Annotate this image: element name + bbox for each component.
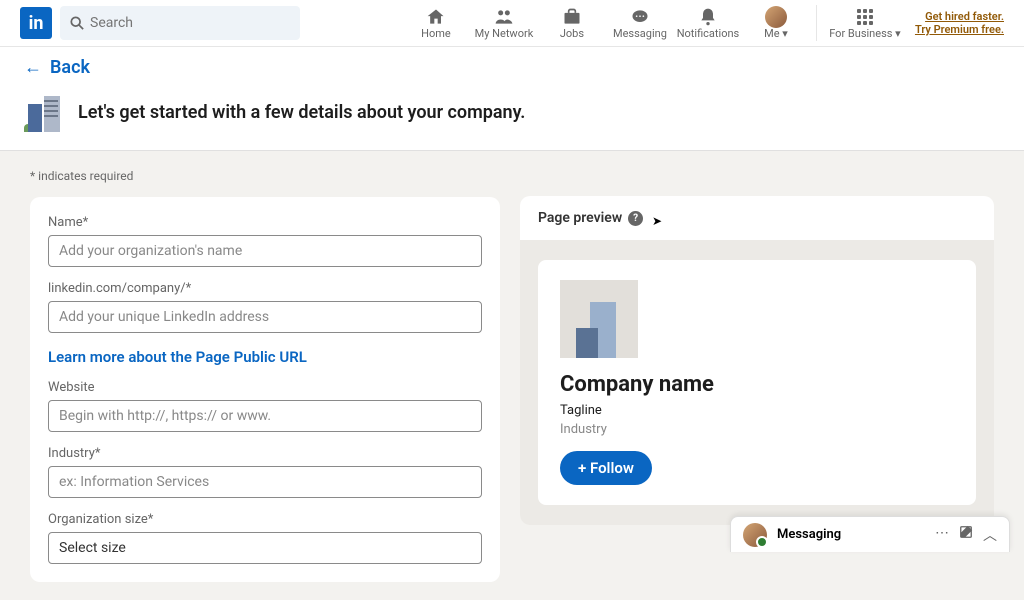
- avatar-icon: [765, 7, 787, 27]
- required-indicator: * indicates required: [30, 169, 500, 183]
- url-label: linkedin.com/company/*: [48, 281, 482, 296]
- messaging-avatar: [743, 523, 767, 547]
- nav-home[interactable]: Home: [402, 7, 470, 40]
- preview-title: Page preview: [538, 210, 622, 226]
- chevron-up-icon[interactable]: ︿: [983, 525, 997, 545]
- company-logo-placeholder: [560, 280, 638, 358]
- home-icon: [426, 7, 446, 27]
- premium-link-2[interactable]: Try Premium free.: [915, 23, 1004, 36]
- company-page-icon: [24, 92, 64, 132]
- nav-messaging-label: Messaging: [613, 27, 667, 40]
- jobs-icon: [562, 7, 582, 27]
- nav-notifications[interactable]: Notifications: [674, 7, 742, 40]
- top-nav: in Home My Network Jobs Messaging Notifi…: [0, 0, 1024, 47]
- premium-link-1[interactable]: Get hired faster.: [915, 10, 1004, 23]
- back-link[interactable]: ← Back: [24, 57, 1000, 78]
- preview-card: Page preview ? Company name Tagline Indu…: [520, 196, 994, 525]
- industry-label: Industry*: [48, 446, 482, 461]
- mouse-cursor: ➤: [652, 214, 662, 228]
- linkedin-logo[interactable]: in: [20, 7, 52, 39]
- preview-tagline: Tagline: [560, 403, 954, 418]
- subheader: ← Back Let's get started with a few deta…: [0, 47, 1024, 151]
- search-input[interactable]: [90, 15, 290, 31]
- nav-messaging[interactable]: Messaging: [606, 7, 674, 40]
- page-title: Let's get started with a few details abo…: [78, 102, 525, 123]
- premium-links[interactable]: Get hired faster. Try Premium free.: [915, 10, 1004, 36]
- industry-input[interactable]: [48, 466, 482, 498]
- nav-me-label: Me ▾: [764, 27, 788, 40]
- messaging-icon: [630, 7, 650, 27]
- name-input[interactable]: [48, 235, 482, 267]
- compose-icon[interactable]: [959, 525, 973, 545]
- website-label: Website: [48, 380, 482, 395]
- preview-industry: Industry: [560, 422, 954, 437]
- nav-network[interactable]: My Network: [470, 7, 538, 40]
- name-label: Name*: [48, 215, 482, 230]
- website-input[interactable]: [48, 400, 482, 432]
- preview-company-name: Company name: [560, 372, 954, 397]
- more-icon[interactable]: ⋯: [935, 525, 949, 545]
- search-icon: [70, 16, 84, 30]
- follow-button[interactable]: + Follow: [560, 451, 652, 485]
- nav-business[interactable]: For Business ▾: [823, 7, 907, 40]
- url-input[interactable]: [48, 301, 482, 333]
- network-icon: [494, 7, 514, 27]
- nav-me[interactable]: Me ▾: [742, 7, 810, 40]
- search-container[interactable]: [60, 6, 300, 40]
- back-label: Back: [50, 57, 90, 78]
- nav-home-label: Home: [421, 27, 451, 40]
- learn-more-link[interactable]: Learn more about the Page Public URL: [48, 348, 307, 366]
- nav-jobs[interactable]: Jobs: [538, 7, 606, 40]
- size-select[interactable]: Select size: [48, 532, 482, 564]
- size-label: Organization size*: [48, 512, 482, 527]
- arrow-left-icon: ←: [24, 57, 42, 78]
- nav-jobs-label: Jobs: [560, 27, 584, 40]
- grid-icon: [857, 7, 873, 27]
- messaging-title: Messaging: [777, 527, 935, 542]
- nav-network-label: My Network: [475, 27, 534, 40]
- form-card: Name* linkedin.com/company/* Learn more …: [30, 197, 500, 582]
- messaging-bar[interactable]: Messaging ⋯ ︿: [730, 516, 1010, 552]
- help-icon[interactable]: ?: [628, 211, 643, 226]
- nav-notifications-label: Notifications: [677, 27, 740, 40]
- nav-business-label: For Business ▾: [829, 27, 900, 40]
- bell-icon: [698, 7, 718, 27]
